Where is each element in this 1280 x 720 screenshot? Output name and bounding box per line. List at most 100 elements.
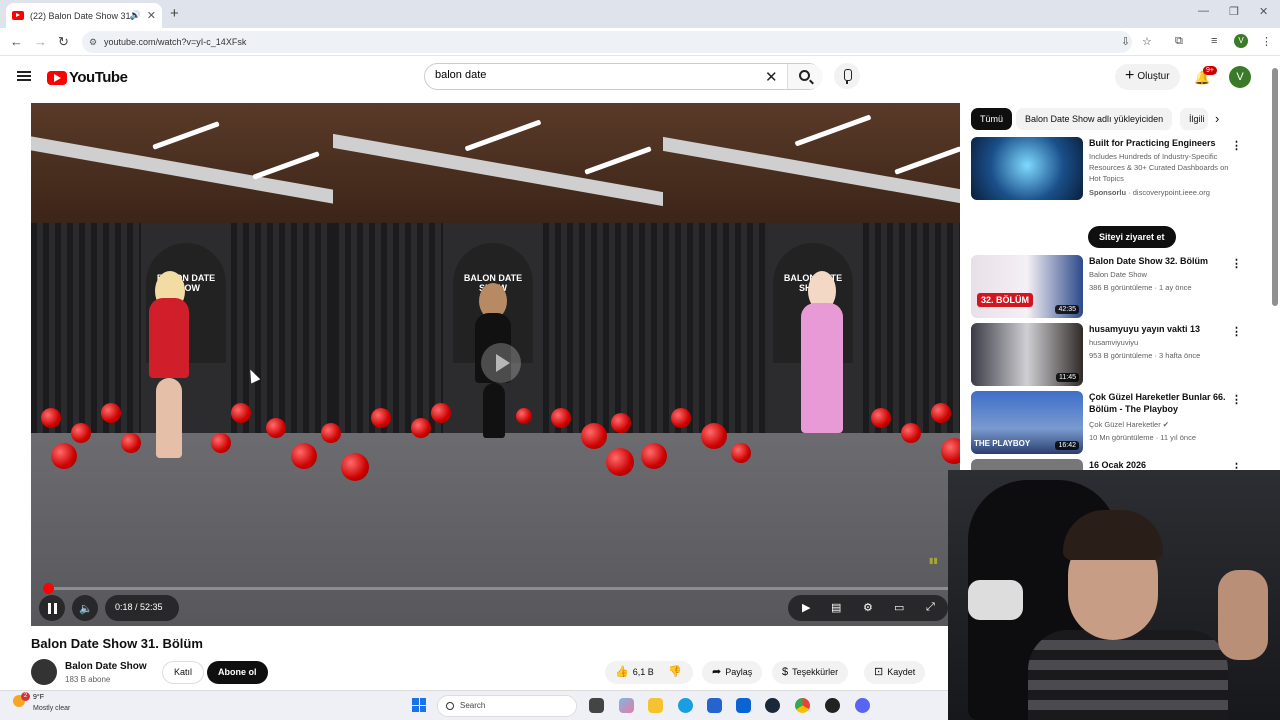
edge-icon[interactable] bbox=[678, 698, 693, 713]
video-meta: 386 B görüntüleme · 1 ay önce bbox=[1089, 283, 1192, 292]
visit-site-button[interactable]: Siteyi ziyaret et bbox=[1088, 226, 1176, 248]
browser-tab[interactable]: (22) Balon Date Show 31. B 🔊 ✕ bbox=[6, 3, 162, 28]
extensions-icon[interactable]: ⧉ bbox=[1175, 35, 1183, 48]
logo-text: YouTube bbox=[69, 69, 128, 86]
site-info-icon[interactable]: ⚙ bbox=[89, 31, 97, 53]
more-options-icon[interactable]: ⋮ bbox=[1231, 393, 1242, 406]
voice-search-icon[interactable] bbox=[834, 63, 860, 89]
youtube-logo[interactable]: YouTube bbox=[47, 69, 128, 86]
steam-icon[interactable] bbox=[765, 698, 780, 713]
like-icon[interactable]: 👍 bbox=[615, 666, 629, 678]
more-options-icon[interactable]: ⋮ bbox=[1231, 139, 1242, 152]
reading-list-icon[interactable]: ≡ bbox=[1211, 35, 1217, 47]
forward-icon[interactable]: → bbox=[34, 34, 47, 49]
more-options-icon[interactable]: ⋮ bbox=[1231, 325, 1242, 338]
settings-gear-icon[interactable]: ⚙ bbox=[863, 601, 873, 614]
video-title[interactable]: husamyuyu yayın vakti 13 bbox=[1089, 323, 1239, 335]
reload-icon[interactable]: ↻ bbox=[58, 34, 69, 50]
video-thumbnail[interactable]: 32. BÖLÜM 42:35 bbox=[971, 255, 1083, 318]
share-icon: ➦ bbox=[712, 666, 722, 678]
channel-name[interactable]: husamviyuviyu bbox=[1089, 337, 1239, 348]
video-title[interactable]: Çok Güzel Hareketler Bunlar 66. Bölüm - … bbox=[1089, 391, 1239, 415]
chip-from-uploader[interactable]: Balon Date Show adlı yükleyiciden bbox=[1016, 108, 1173, 130]
account-avatar[interactable]: V bbox=[1229, 66, 1251, 88]
store-icon[interactable] bbox=[707, 698, 722, 713]
save-button[interactable]: ⊡ Kaydet bbox=[864, 661, 926, 684]
video-panel-right: BALON DATE SHOW bbox=[663, 103, 960, 626]
progress-bar[interactable] bbox=[43, 583, 948, 594]
ad-thumbnail[interactable] bbox=[971, 137, 1083, 200]
ad-title[interactable]: Built for Practicing Engineers bbox=[1089, 137, 1239, 149]
create-button[interactable]: + Oluştur bbox=[1115, 64, 1180, 90]
subscribe-button[interactable]: Abone ol bbox=[207, 661, 268, 684]
play-overlay-icon[interactable] bbox=[481, 343, 521, 383]
url-field[interactable]: ⚙ youtube.com/watch?v=yI-c_14XFsk bbox=[82, 31, 1132, 53]
like-count[interactable]: 6,1 B bbox=[633, 667, 654, 677]
new-tab-button[interactable]: + bbox=[170, 5, 179, 22]
browser-profile-avatar[interactable]: V bbox=[1234, 34, 1248, 48]
chevron-right-icon[interactable]: › bbox=[1215, 111, 1219, 126]
ad-card[interactable]: Built for Practicing Engineers Includes … bbox=[971, 137, 1261, 252]
outlook-icon[interactable] bbox=[736, 698, 751, 713]
video-thumbnail[interactable]: THE PLAYBOY 16:42 bbox=[971, 391, 1083, 454]
video-title[interactable]: Balon Date Show 32. Bölüm bbox=[1089, 255, 1239, 267]
video-thumbnail[interactable]: 11:45 bbox=[971, 323, 1083, 386]
chrome-icon[interactable] bbox=[795, 698, 810, 713]
recommended-video[interactable]: THE PLAYBOY 16:42 Çok Güzel Hareketler B… bbox=[971, 391, 1261, 457]
page-scrollbar[interactable] bbox=[1272, 68, 1278, 306]
webcam-overlay bbox=[948, 470, 1280, 720]
thanks-icon: $ bbox=[782, 666, 789, 678]
search-button[interactable] bbox=[787, 64, 823, 89]
recommended-video[interactable]: 32. BÖLÜM 42:35 Balon Date Show 32. Bölü… bbox=[971, 255, 1261, 321]
channel-avatar[interactable] bbox=[31, 659, 57, 685]
browser-tab-strip: (22) Balon Date Show 31. B 🔊 ✕ + — ❐ ✕ bbox=[0, 0, 1280, 28]
start-button[interactable] bbox=[412, 698, 426, 712]
chrome-menu-icon[interactable]: ⋮ bbox=[1261, 35, 1272, 48]
restore-icon[interactable]: ❐ bbox=[1229, 5, 1239, 18]
chip-all[interactable]: Tümü bbox=[971, 108, 1013, 130]
join-button[interactable]: Katıl bbox=[162, 661, 205, 684]
chip-related[interactable]: İlgili bbox=[1180, 108, 1208, 130]
video-player[interactable]: BALON DATE SHOW BALON DATE SHOW BALON DA… bbox=[31, 103, 960, 626]
volume-button[interactable]: 🔈 bbox=[72, 595, 98, 621]
obs-icon[interactable] bbox=[825, 698, 840, 713]
clear-search-icon[interactable]: ✕ bbox=[765, 68, 778, 86]
weather-text[interactable]: Mostly clear bbox=[33, 705, 70, 712]
recommended-video[interactable]: 11:45 husamyuyu yayın vakti 13 husamviyu… bbox=[971, 323, 1261, 389]
video-title: Balon Date Show 31. Bölüm bbox=[31, 636, 203, 651]
channel-name[interactable]: Çok Güzel Hareketler ✔ bbox=[1089, 419, 1239, 430]
video-meta: 10 Mn görüntüleme · 11 yıl önce bbox=[1089, 433, 1197, 442]
time-text: 0:18 / 52:35 bbox=[115, 602, 163, 612]
share-button[interactable]: ➦ Paylaş bbox=[702, 661, 763, 684]
autoplay-icon[interactable]: ▶ bbox=[802, 601, 810, 614]
discord-icon[interactable] bbox=[855, 698, 870, 713]
weather-badge: 2 bbox=[21, 692, 30, 701]
subtitles-icon[interactable]: ▤ bbox=[831, 601, 841, 614]
task-view-icon[interactable] bbox=[589, 698, 604, 713]
playboy-badge: THE PLAYBOY bbox=[974, 439, 1031, 448]
plus-icon: + bbox=[1125, 67, 1135, 85]
dislike-icon[interactable]: 👎 bbox=[668, 666, 682, 678]
theater-mode-icon[interactable]: ▭ bbox=[894, 601, 904, 614]
thanks-button[interactable]: $ Teşekkürler bbox=[772, 661, 849, 684]
channel-name[interactable]: Balon Date Show bbox=[65, 661, 147, 672]
file-explorer-icon[interactable] bbox=[648, 698, 663, 713]
save-label: Kaydet bbox=[887, 667, 916, 677]
fullscreen-icon[interactable]: ⤢ bbox=[926, 601, 935, 614]
back-icon[interactable]: ← bbox=[10, 34, 23, 49]
youtube-favicon-icon bbox=[12, 11, 24, 20]
minimize-icon[interactable]: — bbox=[1198, 5, 1209, 17]
channel-name[interactable]: Balon Date Show bbox=[1089, 269, 1239, 280]
install-icon[interactable]: ⇩ bbox=[1121, 35, 1130, 48]
pause-button[interactable] bbox=[39, 595, 65, 621]
close-window-icon[interactable]: ✕ bbox=[1259, 5, 1268, 18]
more-options-icon[interactable]: ⋮ bbox=[1231, 257, 1242, 270]
menu-icon[interactable] bbox=[17, 71, 31, 81]
search-input[interactable] bbox=[435, 69, 755, 81]
copilot-icon[interactable] bbox=[619, 698, 634, 713]
taskbar-search[interactable]: Search bbox=[437, 695, 577, 717]
audio-icon[interactable]: 🔊 bbox=[130, 10, 141, 21]
bookmark-star-icon[interactable]: ☆ bbox=[1142, 35, 1152, 48]
temperature[interactable]: 9°F bbox=[33, 694, 44, 701]
close-tab-icon[interactable]: ✕ bbox=[147, 9, 156, 22]
